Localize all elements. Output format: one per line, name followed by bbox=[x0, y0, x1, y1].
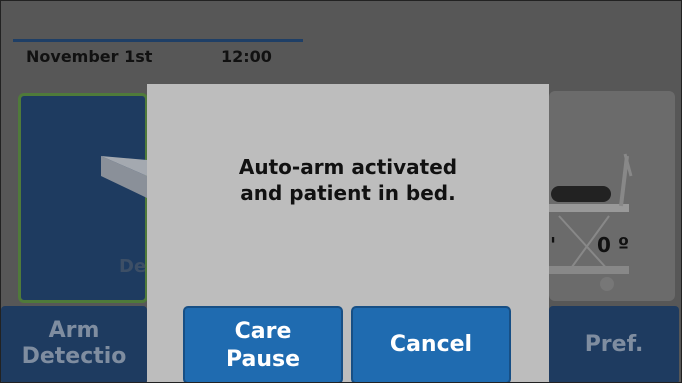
preferences-label: Pref. bbox=[584, 332, 644, 357]
alert-dialog: Auto-arm activated and patient in bed. C… bbox=[147, 84, 549, 382]
preferences-button[interactable]: Pref. bbox=[549, 306, 679, 382]
dialog-message-line2: and patient in bed. bbox=[240, 181, 456, 205]
dialog-message: Auto-arm activated and patient in bed. bbox=[147, 154, 549, 206]
angle-tick: ' bbox=[550, 233, 557, 257]
care-pause-line1: Care bbox=[234, 319, 292, 344]
bed-icon bbox=[549, 153, 633, 291]
tile-left-label: De bbox=[119, 256, 147, 277]
header-date: November 1st bbox=[26, 47, 153, 66]
care-pause-line2: Pause bbox=[225, 347, 301, 372]
header-time: 12:00 bbox=[221, 47, 272, 66]
dialog-message-line1: Auto-arm activated bbox=[238, 155, 458, 179]
care-pause-button[interactable]: Care Pause bbox=[183, 306, 343, 382]
arm-detection-line1: Arm bbox=[48, 318, 100, 343]
wedge-icon bbox=[101, 156, 147, 198]
header-divider bbox=[13, 39, 303, 42]
cancel-button[interactable]: Cancel bbox=[351, 306, 511, 382]
arm-detection-button[interactable]: Arm Detectio bbox=[1, 306, 147, 382]
arm-detection-line2: Detectio bbox=[21, 344, 127, 369]
device-screen: November 1st 12:00 De ' 0 º Arm Detectio… bbox=[0, 0, 682, 383]
angle-readout: 0 º bbox=[597, 233, 630, 257]
cancel-label: Cancel bbox=[389, 332, 473, 357]
